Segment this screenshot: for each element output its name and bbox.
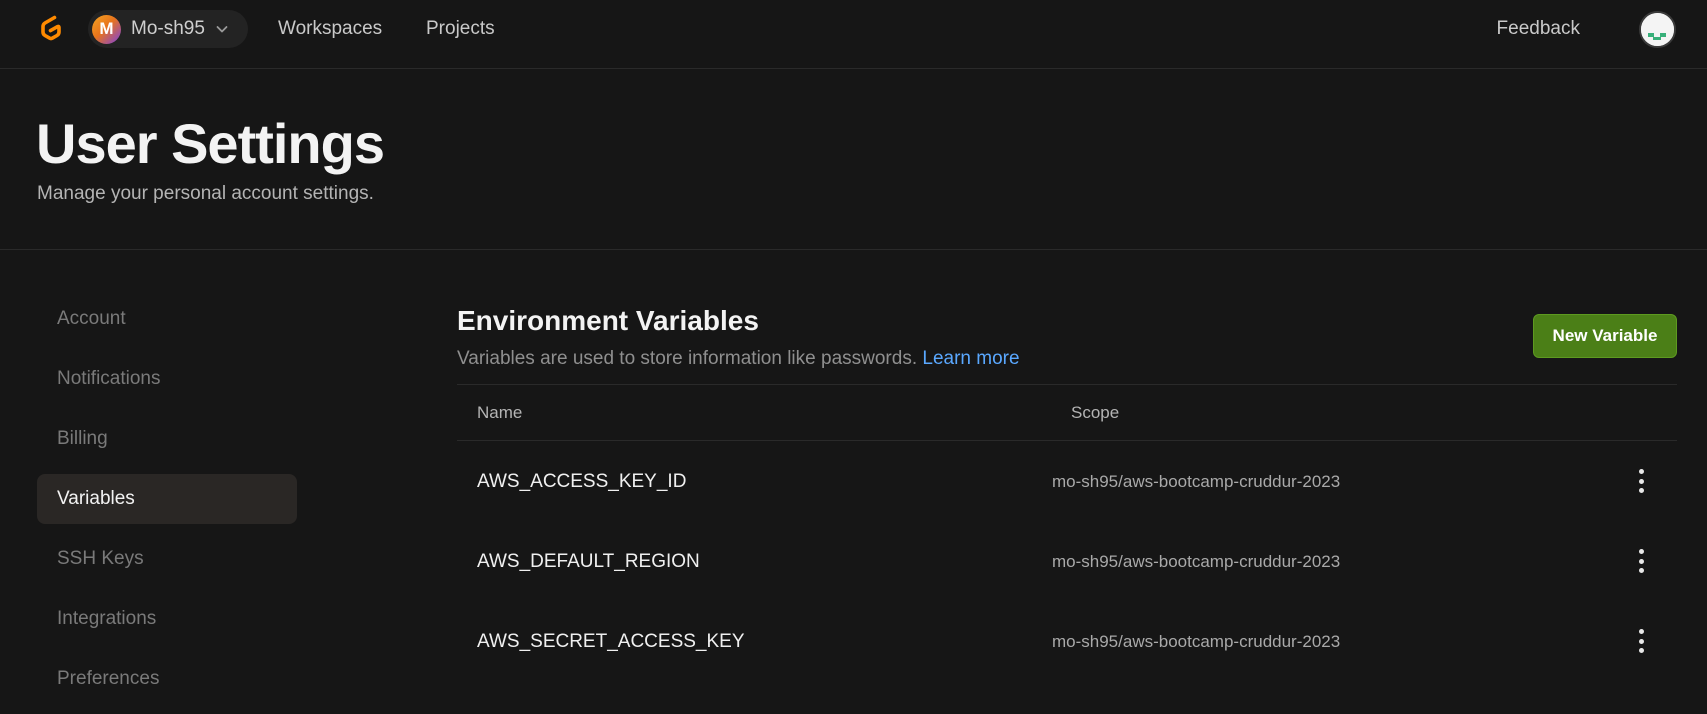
variable-scope: mo-sh95/aws-bootcamp-cruddur-2023: [1052, 472, 1341, 491]
nav-projects-link[interactable]: Projects: [426, 18, 495, 40]
sidebar-item-notifications[interactable]: Notifications: [37, 354, 297, 404]
learn-more-link[interactable]: Learn more: [922, 348, 1019, 369]
table-header: Name Scope: [457, 384, 1677, 441]
table-row: AWS_SECRET_ACCESS_KEY mo-sh95/aws-bootca…: [457, 601, 1677, 681]
table-row: AWS_ACCESS_KEY_ID mo-sh95/aws-bootcamp-c…: [457, 441, 1677, 521]
chevron-down-icon: [216, 26, 228, 33]
org-avatar: M: [92, 14, 121, 44]
top-navigation: M Mo-sh95 Workspaces Projects Feedback: [0, 0, 1707, 69]
new-variable-button[interactable]: New Variable: [1533, 314, 1677, 358]
more-options-icon[interactable]: [1633, 627, 1649, 655]
user-avatar-icon[interactable]: [1639, 11, 1676, 48]
more-options-icon[interactable]: [1633, 547, 1649, 575]
gitpod-logo-icon[interactable]: [36, 13, 66, 43]
variables-table: Name Scope AWS_ACCESS_KEY_ID mo-sh95/aws…: [457, 384, 1677, 681]
page-header: User Settings Manage your personal accou…: [0, 69, 1707, 250]
description-text: Variables are used to store information …: [457, 348, 918, 369]
variable-name: AWS_ACCESS_KEY_ID: [477, 471, 687, 492]
sidebar-item-billing[interactable]: Billing: [37, 414, 297, 464]
variable-name: AWS_DEFAULT_REGION: [477, 551, 700, 572]
column-header-name: Name: [477, 403, 523, 422]
variable-scope: mo-sh95/aws-bootcamp-cruddur-2023: [1052, 632, 1341, 651]
section-description: Variables are used to store information …: [457, 348, 1020, 370]
table-row: AWS_DEFAULT_REGION mo-sh95/aws-bootcamp-…: [457, 521, 1677, 601]
section-title: Environment Variables: [457, 305, 759, 336]
avatar-face-icon: [1641, 13, 1674, 46]
feedback-link[interactable]: Feedback: [1497, 18, 1580, 40]
nav-workspaces-link[interactable]: Workspaces: [278, 18, 382, 40]
sidebar-item-account[interactable]: Account: [37, 294, 297, 344]
more-options-icon[interactable]: [1633, 467, 1649, 495]
column-header-scope: Scope: [1071, 403, 1120, 422]
org-switcher[interactable]: M Mo-sh95: [88, 10, 248, 48]
variable-name: AWS_SECRET_ACCESS_KEY: [477, 631, 745, 652]
page-title: User Settings: [36, 112, 385, 175]
sidebar-item-preferences[interactable]: Preferences: [37, 654, 297, 704]
sidebar-item-variables[interactable]: Variables: [37, 474, 297, 524]
variable-scope: mo-sh95/aws-bootcamp-cruddur-2023: [1052, 552, 1341, 571]
page-subtitle: Manage your personal account settings.: [37, 183, 374, 204]
sidebar-item-ssh-keys[interactable]: SSH Keys: [37, 534, 297, 584]
org-name: Mo-sh95: [131, 18, 205, 39]
sidebar-item-integrations[interactable]: Integrations: [37, 594, 297, 644]
settings-sidebar: Account Notifications Billing Variables …: [37, 294, 297, 714]
